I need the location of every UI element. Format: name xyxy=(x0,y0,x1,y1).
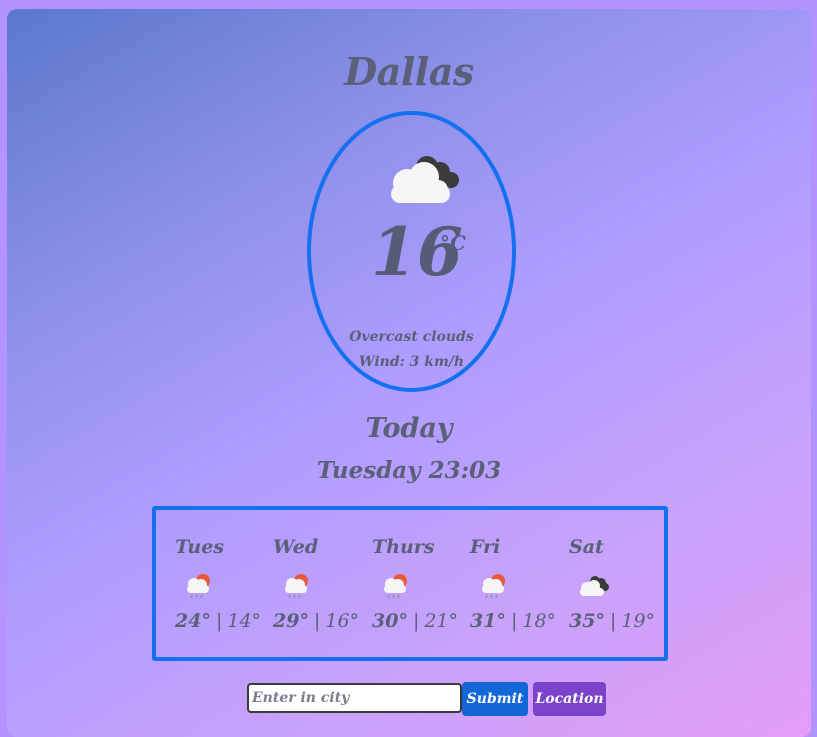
rain-sun-icon xyxy=(384,574,407,599)
forecast-day: Thurs 30° | 21° xyxy=(353,510,458,657)
weather-card: Dallas 16 °C Overcast clouds Wind: 3 km/… xyxy=(7,9,811,737)
forecast-day: Wed 29° | 16° xyxy=(254,510,359,657)
forecast-high: 31° xyxy=(470,610,506,632)
rain-sun-icon xyxy=(187,574,210,599)
overcast-clouds-icon xyxy=(580,576,609,596)
forecast-low: 19° xyxy=(621,610,656,632)
temp-separator: | xyxy=(510,610,518,632)
forecast-high: 30° xyxy=(372,610,408,632)
rain-sun-icon xyxy=(285,574,308,599)
forecast-day: Tues 24° | 14° xyxy=(156,510,261,657)
forecast-high: 35° xyxy=(569,610,605,632)
wind-speed: Wind: 3 km/h xyxy=(358,354,465,370)
forecast-panel: Tues 24° | 14° Wed 29° | 16° Thurs 30° |… xyxy=(152,506,668,661)
rain-sun-icon xyxy=(482,574,505,599)
forecast-high: 24° xyxy=(175,610,211,632)
forecast-day: Sat 35° | 19° xyxy=(550,510,655,657)
forecast-temps: 31° | 18° xyxy=(470,610,556,632)
location-button[interactable]: Location xyxy=(533,682,606,716)
forecast-day-name: Wed xyxy=(273,536,319,558)
temp-separator: | xyxy=(609,610,617,632)
forecast-temps: 24° | 14° xyxy=(175,610,261,632)
overcast-clouds-icon xyxy=(391,156,459,203)
temp-separator: | xyxy=(412,610,420,632)
city-name: Dallas xyxy=(344,49,474,94)
today-heading: Today xyxy=(365,413,453,444)
forecast-day-name: Fri xyxy=(470,536,501,558)
forecast-day: Fri 31° | 18° xyxy=(451,510,556,657)
temperature-unit: °C xyxy=(440,231,466,255)
temp-separator: | xyxy=(313,610,321,632)
forecast-high: 29° xyxy=(273,610,309,632)
forecast-day-name: Tues xyxy=(175,536,224,558)
current-datetime: Tuesday 23:03 xyxy=(316,457,502,484)
submit-button[interactable]: Submit xyxy=(462,682,528,716)
forecast-temps: 29° | 16° xyxy=(273,610,359,632)
weather-description: Overcast clouds xyxy=(349,329,474,345)
forecast-day-name: Thurs xyxy=(372,536,435,558)
forecast-temps: 35° | 19° xyxy=(569,610,655,632)
temp-separator: | xyxy=(215,610,223,632)
forecast-temps: 30° | 21° xyxy=(372,610,458,632)
city-search-input[interactable] xyxy=(247,683,462,713)
forecast-day-name: Sat xyxy=(569,536,604,558)
